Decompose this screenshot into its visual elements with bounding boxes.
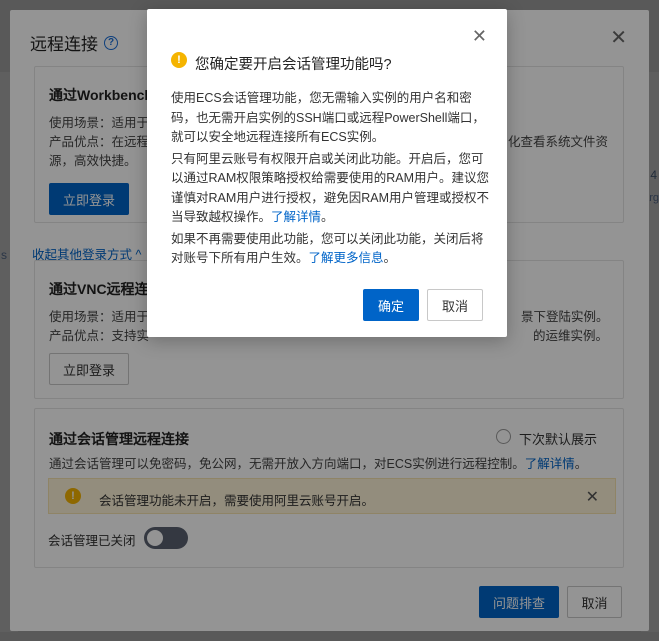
modal-close-icon[interactable]: ✕ xyxy=(472,27,487,45)
modal-cancel-button[interactable]: 取消 xyxy=(427,289,483,321)
modal-body: 使用ECS会话管理功能，您无需输入实例的用户名和密码，也无需开启实例的SSH端口… xyxy=(171,89,491,271)
modal-paragraph-2: 只有阿里云账号有权限开启或关闭此功能。开启后，您可以通过RAM权限策略授权给需要… xyxy=(171,150,491,228)
confirm-modal: ✕ ! 您确定要开启会话管理功能吗? 使用ECS会话管理功能，您无需输入实例的用… xyxy=(147,9,507,337)
modal-paragraph-2-suffix: 。 xyxy=(321,210,334,224)
modal-learn-more-link[interactable]: 了解详情 xyxy=(271,210,321,224)
modal-paragraph-3: 如果不再需要使用此功能，您可以关闭此功能，关闭后将对账号下所有用户生效。了解更多… xyxy=(171,230,491,269)
modal-paragraph-1: 使用ECS会话管理功能，您无需输入实例的用户名和密码，也无需开启实例的SSH端口… xyxy=(171,91,485,144)
modal-paragraph-3-suffix: 。 xyxy=(383,251,397,265)
confirm-button[interactable]: 确定 xyxy=(363,289,419,321)
modal-title: 您确定要开启会话管理功能吗? xyxy=(195,57,392,73)
modal-more-info-link[interactable]: 了解更多信息 xyxy=(309,251,384,265)
modal-warning-icon: ! xyxy=(171,52,187,68)
